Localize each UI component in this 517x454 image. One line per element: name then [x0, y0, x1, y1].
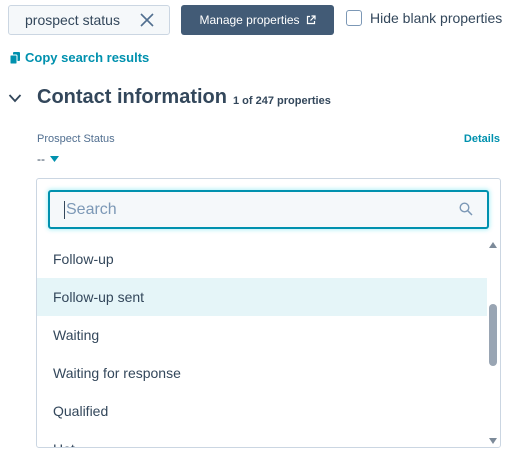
search-icon [459, 202, 473, 216]
external-link-icon [306, 15, 316, 25]
hide-blank-toggle[interactable]: Hide blank properties [346, 10, 502, 26]
section-header[interactable]: Contact information 1 of 247 properties [8, 86, 331, 109]
option-waiting-for-response[interactable]: Waiting for response [37, 354, 487, 392]
copy-icon [10, 51, 20, 64]
section-count: 1 of 247 properties [233, 94, 331, 107]
section-title: Contact information [37, 86, 227, 108]
scroll-down-arrow-icon[interactable] [489, 438, 497, 444]
scroll-up-arrow-icon[interactable] [489, 242, 497, 248]
manage-properties-label: Manage properties [199, 13, 300, 27]
option-qualified[interactable]: Qualified [37, 392, 487, 430]
text-cursor [64, 200, 65, 219]
hide-blank-checkbox[interactable] [346, 10, 362, 26]
close-icon[interactable] [139, 12, 155, 28]
option-follow-up[interactable]: Follow-up [37, 240, 487, 278]
search-input[interactable]: Search [48, 190, 489, 229]
option-follow-up-sent[interactable]: Follow-up sent [37, 278, 487, 316]
property-value: -- [37, 152, 45, 166]
options-list: Follow-up Follow-up sent Waiting Waiting… [37, 240, 487, 447]
hide-blank-label: Hide blank properties [370, 10, 503, 26]
scrollbar[interactable] [488, 240, 498, 446]
search-placeholder: Search [66, 200, 117, 218]
chevron-down-icon[interactable] [8, 93, 22, 103]
copy-search-results-link[interactable]: Copy search results [10, 50, 149, 65]
dropdown-panel: Search Follow-up Follow-up sent Waiting … [36, 178, 501, 448]
property-label: Prospect Status [37, 133, 115, 145]
scrollbar-thumb[interactable] [489, 304, 497, 366]
caret-down-icon [50, 156, 59, 162]
search-chip-text: prospect status [25, 12, 120, 28]
copy-search-results-label: Copy search results [25, 50, 150, 65]
manage-properties-button[interactable]: Manage properties [181, 5, 334, 35]
option-hot[interactable]: Hot [37, 430, 487, 447]
option-waiting[interactable]: Waiting [37, 316, 487, 354]
details-link[interactable]: Details [464, 133, 500, 145]
property-value-dropdown[interactable]: -- [37, 152, 59, 166]
search-chip[interactable]: prospect status [8, 5, 170, 35]
